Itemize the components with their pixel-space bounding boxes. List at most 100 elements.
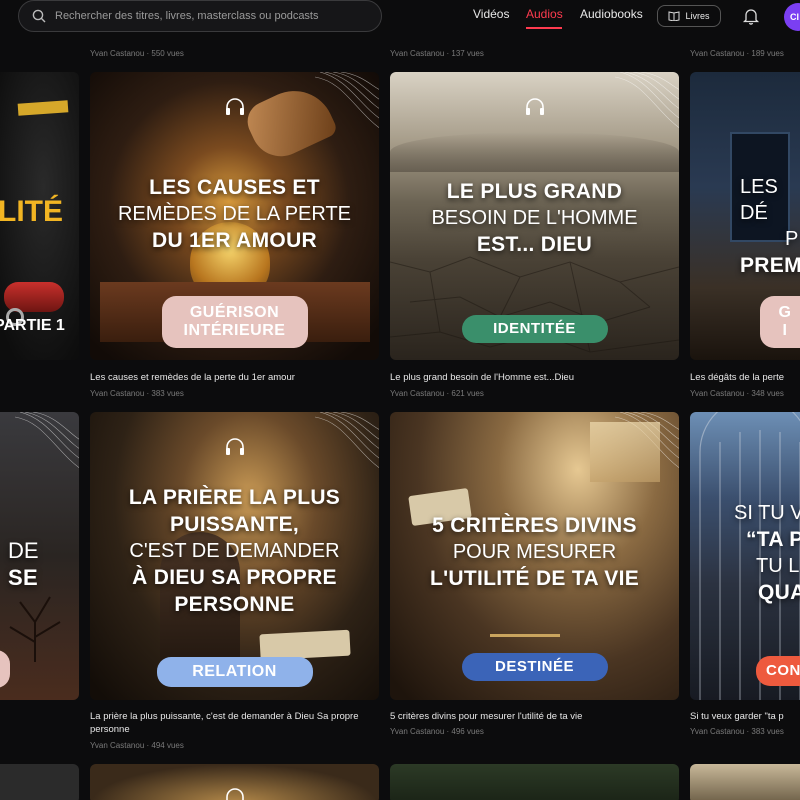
author-name: Yvan Castanou — [90, 49, 145, 58]
search-icon — [32, 9, 46, 23]
cover-text: SI TU V “TA P TU L QUA — [734, 500, 800, 606]
avatar[interactable]: CI — [784, 3, 800, 31]
cover-line: LA PRIÈRE LA PLUS — [128, 486, 341, 509]
cover-text: 5 CRITÈRES DIVINS POUR MESURER L'UTILITÉ… — [390, 512, 679, 592]
book-icon — [668, 11, 680, 21]
author-name: Yvan Castanou — [90, 389, 145, 398]
podcast-card[interactable]: SI TU V “TA P TU L QUA CON — [690, 412, 800, 700]
top-bar: Vidéos Audios Audiobooks Livres CI — [0, 0, 800, 34]
view-count: 137 vues — [451, 49, 484, 58]
card-title[interactable]: Le plus grand besoin de l'Homme est...Di… — [390, 371, 680, 384]
category-badge: RELATION — [156, 657, 313, 687]
card-meta: Yvan Castanou · 137 vues — [390, 49, 484, 58]
cover-text: LITÉ — [0, 195, 63, 228]
podcast-card[interactable] — [0, 764, 79, 800]
view-count: 621 vues — [451, 389, 484, 398]
card-title[interactable]: Si tu veux garder "ta p — [690, 710, 800, 723]
tab-audiobooks[interactable]: Audiobooks — [580, 7, 643, 21]
category-badge: CON — [756, 656, 800, 686]
card-meta: Yvan Castanou · 348 vues — [690, 389, 784, 398]
cover-text: LA PRIÈRE LA PLUS PUISSANTE, C'EST DE DE… — [90, 484, 379, 618]
author-name: Yvan Castanou — [390, 389, 445, 398]
author-name: Yvan Castanou — [390, 727, 445, 736]
view-count: 550 vues — [151, 49, 184, 58]
podcast-card[interactable]: LE PLUS GRAND BESOIN DE L'HOMME EST... D… — [390, 72, 679, 360]
cover-line: PREM — [740, 254, 800, 277]
cover-line: REMÈDES DE LA PERTE — [117, 203, 352, 225]
cover-line: EST... DIEU — [476, 233, 593, 256]
author-name: Yvan Castanou — [690, 389, 745, 398]
podcast-card[interactable]: LES DÉ P PREM G I — [690, 72, 800, 360]
category-badge: G I — [760, 296, 800, 348]
podcast-card[interactable]: LA PRIÈRE LA PLUS PUISSANTE, C'EST DE DE… — [90, 412, 379, 700]
cover-line: LE PLUS GRAND — [446, 180, 623, 203]
dunes-image — [390, 132, 679, 172]
cover-text: LE PLUS GRAND BESOIN DE L'HOMME EST... D… — [390, 178, 679, 258]
view-count: 348 vues — [751, 389, 784, 398]
card-title[interactable]: Les dégâts de la perte — [690, 371, 800, 384]
headphones-icon — [225, 98, 244, 115]
card-meta: Yvan Castanou · 383 vues — [90, 389, 184, 398]
cover-text: LES CAUSES ET REMÈDES DE LA PERTE DU 1ER… — [90, 174, 379, 254]
search-input[interactable] — [55, 10, 355, 22]
category-badge: IDENTITÉE — [461, 315, 608, 343]
wave-lines-decoration — [615, 72, 679, 128]
podcast-card[interactable]: LES CAUSES ET REMÈDES DE LA PERTE DU 1ER… — [90, 72, 379, 360]
open-book-image — [259, 629, 351, 661]
card-title[interactable]: 5 critères divins pour mesurer l'utilité… — [390, 710, 680, 723]
podcast-card[interactable]: DE SE — [0, 412, 79, 700]
card-meta: Yvan Castanou · 189 vues — [690, 49, 784, 58]
podcast-card[interactable]: LITÉ PARTIE 1 — [0, 72, 79, 360]
crown-image — [490, 607, 560, 637]
card-meta: Yvan Castanou · 621 vues — [390, 389, 484, 398]
podcast-card[interactable] — [690, 764, 800, 800]
avatar-initials: CI — [790, 12, 799, 22]
wave-lines-decoration — [315, 412, 379, 468]
card-title[interactable]: La prière la plus puissante, c'est de de… — [90, 710, 380, 736]
card-title[interactable]: Les causes et remèdes de la perte du 1er… — [90, 371, 380, 384]
search-bar[interactable] — [18, 0, 382, 32]
cover-line: POUR MESURER — [452, 541, 617, 563]
cover-text: DE SE — [8, 538, 79, 591]
cover-line: C'EST DE DEMANDER — [129, 540, 340, 562]
headphones-icon — [525, 98, 544, 115]
podcast-card[interactable] — [90, 764, 379, 800]
card-meta: Yvan Castanou · 550 vues — [90, 49, 184, 58]
cover-line: BESOIN DE L'HOMME — [431, 207, 638, 229]
tab-videos[interactable]: Vidéos — [473, 7, 509, 21]
cover-text: LES DÉ P PREM — [740, 174, 800, 279]
cover-text: PARTIE 1 — [0, 317, 65, 334]
author-name: Yvan Castanou — [690, 49, 745, 58]
cover-line: “TA P — [746, 528, 800, 551]
author-name: Yvan Castanou — [390, 49, 445, 58]
cover-line: LES CAUSES ET — [149, 176, 320, 199]
view-count: 494 vues — [151, 741, 184, 750]
window-image — [590, 422, 660, 482]
dead-tree-image — [9, 596, 61, 662]
headphones-icon — [225, 438, 244, 455]
cover-line: SI TU V — [734, 502, 800, 524]
cover-line: DU 1ER AMOUR — [152, 229, 317, 252]
tape-decoration — [17, 100, 69, 116]
cover-line: TU L — [756, 555, 800, 577]
author-name: Yvan Castanou — [90, 741, 145, 750]
cover-line: SE — [8, 565, 38, 590]
wave-lines-decoration — [15, 412, 79, 468]
bell-icon[interactable] — [742, 7, 760, 25]
view-count: 383 vues — [151, 389, 184, 398]
cover-line: PERSONNE — [174, 593, 295, 616]
livres-button[interactable]: Livres — [657, 5, 721, 27]
podcast-card[interactable] — [390, 764, 679, 800]
headphones-icon — [225, 788, 244, 800]
active-tab-indicator — [526, 27, 562, 29]
tab-audios[interactable]: Audios — [526, 7, 563, 21]
view-count: 383 vues — [751, 727, 784, 736]
livres-label: Livres — [685, 11, 710, 21]
view-count: 496 vues — [451, 727, 484, 736]
author-name: Yvan Castanou — [690, 727, 745, 736]
cover-line: LES DÉ — [740, 176, 778, 224]
category-badge: GUÉRISON INTÉRIEURE — [161, 296, 308, 348]
card-meta: Yvan Castanou · 383 vues — [690, 727, 784, 736]
podcast-card[interactable]: 5 CRITÈRES DIVINS POUR MESURER L'UTILITÉ… — [390, 412, 679, 700]
card-meta: Yvan Castanou · 496 vues — [390, 727, 484, 736]
